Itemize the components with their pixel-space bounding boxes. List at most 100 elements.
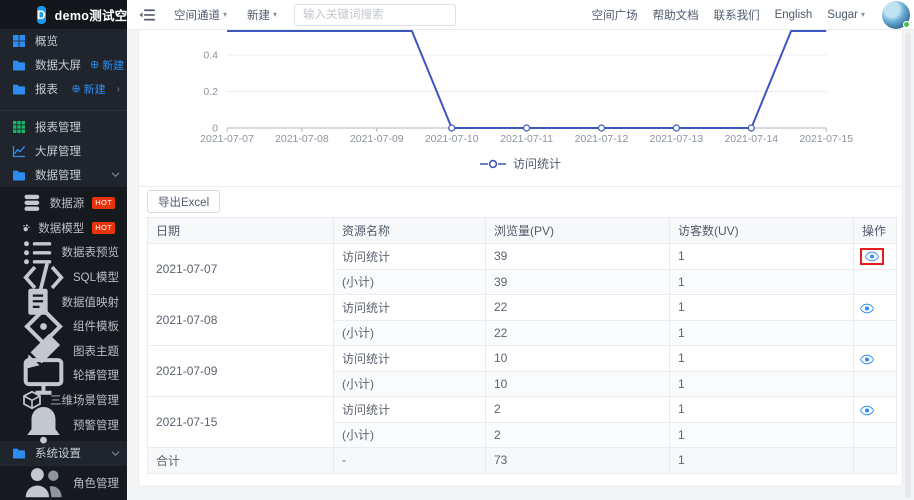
sidebar-item-role-mgmt[interactable]: 角色管理 — [0, 468, 127, 498]
table-row: 2021-07-08 访问统计 22 1 — [147, 294, 897, 346]
sidebar-item-label: 数据源 — [49, 198, 85, 211]
sidebar-item-label: 数据管理 — [35, 169, 81, 182]
hot-badge: HOT — [92, 197, 115, 209]
online-status-dot — [903, 20, 910, 28]
chart-legend[interactable]: 访问统计 — [139, 155, 902, 172]
view-detail-button-highlighted[interactable] — [860, 247, 884, 265]
sidebar-item-overview[interactable]: 概览 — [0, 29, 127, 53]
date-cell: 2021-07-09 — [147, 345, 334, 397]
logo-icon: D — [37, 5, 46, 24]
date-cell: 2021-07-15 — [147, 396, 334, 448]
model-blob-icon — [23, 224, 30, 231]
plus-circle-icon: ⊕ — [90, 58, 100, 71]
sidebar-item-data-mgmt[interactable]: 数据管理 — [0, 163, 127, 187]
sidebar-item-label: 概览 — [35, 36, 58, 49]
help-docs-link[interactable]: 帮助文档 — [653, 7, 699, 23]
line-chart: 00.20.42021-07-07 2021-07-08 2021-07-09 202… — [200, 30, 853, 145]
space-channel-menu[interactable]: 空间通道 ▾ — [174, 7, 227, 23]
table-total-row: 合计 - 73 1 — [147, 447, 897, 474]
table-row: 2021-07-09 访问统计 10 1 — [147, 345, 897, 397]
sidebar-item-label: 轮播管理 — [73, 370, 119, 383]
sidebar: D demo测试空间 概览 数据大屏 ⊕ 新建 › 报表 ⊕ 新建 › — [0, 0, 140, 500]
caret-down-icon: ▾ — [273, 10, 278, 19]
language-link[interactable]: English — [775, 9, 813, 21]
sidebar-item-sql-model[interactable]: SQL模型 — [0, 262, 127, 292]
stats-table: 日期 资源名称 浏览量(PV) 访客数(UV) 操作 2021-07-07 访问… — [147, 217, 897, 474]
eye-icon — [860, 354, 874, 364]
chevron-down-icon — [111, 451, 120, 457]
chevron-down-icon — [111, 172, 120, 178]
roles-users-icon — [25, 468, 62, 498]
sidebar-item-label: 组件模板 — [73, 321, 119, 334]
col-pv: 浏览量(PV) — [485, 217, 670, 244]
export-excel-button[interactable]: 导出Excel — [147, 190, 221, 213]
database-icon — [24, 195, 40, 212]
stats-card: 0 0.2 0.4 2021-07-07 2021-07-08 2021-07-09 202… — [138, 30, 903, 487]
sidebar-item-label: 数据模型 — [38, 222, 85, 235]
sidebar-divider — [0, 110, 127, 112]
chevron-right-icon: › — [116, 83, 120, 95]
user-avatar[interactable] — [882, 0, 910, 29]
sidebar-item-label: 系统设置 — [35, 448, 81, 461]
sidebar-item-label: 报表管理 — [35, 121, 81, 134]
view-detail-button[interactable] — [860, 354, 874, 365]
view-detail-button[interactable] — [860, 303, 874, 314]
sidebar-item-label: 数据值映射 — [61, 296, 120, 309]
table-row: 2021-07-15 访问统计 2 1 — [147, 396, 897, 448]
sidebar-item-report[interactable]: 报表 ⊕ 新建 › — [0, 77, 127, 101]
legend-label: 访问统计 — [512, 157, 561, 171]
col-uv: 访客数(UV) — [669, 217, 854, 244]
main-content: 0 0.2 0.4 2021-07-07 2021-07-08 2021-07-09 202… — [127, 30, 914, 500]
overview-grid-icon — [13, 35, 25, 48]
svg-text:2021-07-07: 2021-07-07 — [200, 133, 254, 145]
new-data-screen-link[interactable]: ⊕ 新建 — [90, 57, 124, 73]
col-resource: 资源名称 — [333, 217, 486, 244]
folder-icon — [13, 170, 25, 181]
sidebar-item-data-source[interactable]: 数据源 HOT — [0, 191, 127, 216]
topbar: 空间通道▾ 新建▾ 空间广场 帮助文档 联系我们 English Sugar▾ — [127, 0, 914, 30]
svg-text:2021-07-08: 2021-07-08 — [275, 133, 329, 145]
vertical-scrollbar[interactable] — [905, 32, 911, 498]
svg-text:2021-07-09: 2021-07-09 — [350, 133, 404, 145]
svg-text:0.2: 0.2 — [203, 86, 218, 98]
contact-us-link[interactable]: 联系我们 — [714, 7, 760, 23]
svg-text:2021-07-11: 2021-07-11 — [500, 133, 553, 145]
folder-icon — [13, 84, 25, 95]
report-grid-icon — [13, 120, 25, 133]
folder-icon — [13, 60, 25, 71]
table-header-row: 日期 资源名称 浏览量(PV) 访客数(UV) 操作 — [147, 217, 897, 244]
folder-icon — [13, 449, 25, 459]
new-report-link[interactable]: ⊕ 新建 — [71, 81, 105, 97]
eye-icon — [860, 303, 874, 313]
menu-collapse-icon[interactable] — [139, 8, 156, 22]
col-action: 操作 — [853, 217, 897, 244]
sidebar-item-alert-mgmt[interactable]: 预警管理 — [0, 407, 127, 444]
create-new-menu[interactable]: 新建 ▾ — [247, 7, 277, 23]
view-detail-button[interactable] — [860, 405, 874, 416]
sidebar-item-carousel-mgmt[interactable]: 轮播管理 — [0, 358, 127, 395]
plus-circle-icon: ⊕ — [71, 82, 81, 95]
user-menu[interactable]: Sugar ▾ — [827, 9, 865, 21]
date-cell: 2021-07-07 — [147, 243, 334, 295]
svg-text:2021-07-14: 2021-07-14 — [724, 133, 778, 145]
eye-icon — [860, 405, 874, 415]
sidebar-item-label: 大屏管理 — [35, 145, 81, 158]
space-plaza-link[interactable]: 空间广场 — [592, 7, 638, 23]
sidebar-item-label: 数据表预览 — [61, 247, 120, 260]
svg-text:2021-07-13: 2021-07-13 — [650, 133, 704, 145]
data-mgmt-submenu: 数据源 HOT 数据模型 HOT 数据表预览 SQL模型 数据值映射 组件模板 … — [0, 186, 127, 444]
sidebar-item-label: 预警管理 — [73, 419, 119, 432]
sidebar-item-data-screen[interactable]: 数据大屏 ⊕ 新建 › — [0, 53, 139, 77]
sidebar-item-label: 报表 — [35, 84, 58, 97]
svg-text:0.4: 0.4 — [203, 50, 218, 62]
app-window: D demo测试空间 概览 数据大屏 ⊕ 新建 › 报表 ⊕ 新建 › — [0, 0, 914, 500]
col-date: 日期 — [147, 217, 334, 244]
sidebar-item-report-mgmt[interactable]: 报表管理 — [0, 114, 127, 138]
table-row: 2021-07-07 访问统计 39 1 — [147, 243, 897, 295]
caret-down-icon: ▾ — [223, 10, 228, 19]
keyword-search-input[interactable] — [294, 3, 457, 26]
app-logo[interactable]: D demo测试空间 — [0, 0, 140, 29]
eye-icon — [865, 251, 879, 262]
sidebar-item-screen-mgmt[interactable]: 大屏管理 — [0, 139, 127, 163]
sidebar-item-data-model[interactable]: 数据模型 HOT — [0, 216, 127, 241]
